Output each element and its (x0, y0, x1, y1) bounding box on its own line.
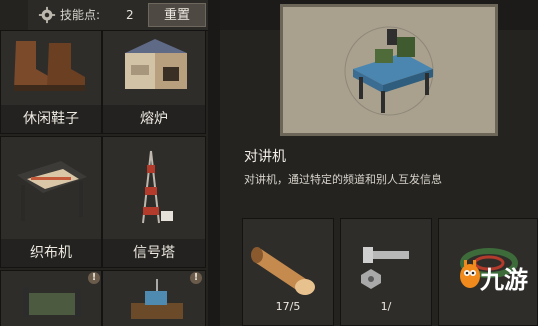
reset-button[interactable]: 重置 (148, 3, 206, 27)
craft-item-loom[interactable]: 织布机 (0, 136, 102, 268)
furnace-icon (125, 39, 187, 89)
craft-item-boots[interactable]: 休闲鞋子 (0, 30, 102, 134)
craft-item-bed[interactable] (0, 270, 102, 326)
material-count: 1/ (380, 300, 392, 313)
signal-tower-icon (142, 150, 173, 224)
craft-item-label: 熔炉 (103, 105, 205, 133)
item-preview (280, 4, 498, 136)
skill-points-label: 技能点: (60, 8, 101, 22)
craft-item-signal-tower[interactable]: 信号塔 (102, 136, 206, 268)
boots-icon (14, 41, 85, 91)
craft-item-label: 织布机 (1, 239, 101, 267)
craft-item-label: 休闲鞋子 (1, 105, 101, 133)
material-count: 17/5 (275, 300, 301, 313)
wood-log-icon (251, 247, 315, 295)
watermark-text: 九游 (480, 266, 528, 294)
craft-item-label: 信号塔 (103, 239, 205, 267)
warning-badge: ! (190, 272, 202, 284)
warning-badge: ! (88, 272, 100, 284)
gear-icon (38, 6, 56, 24)
bolt-nut-icon (361, 247, 409, 289)
loom-icon (17, 161, 87, 221)
material-slot-wood[interactable]: 17/5 (242, 218, 334, 326)
panel-divider (208, 0, 220, 326)
walkie-talkie-table-icon (344, 26, 434, 116)
skill-points-value: 2 (126, 8, 134, 22)
game-crafting-screen: 技能点: 2 重置 休闲鞋子 熔炉 织布机 信号塔 ! ! 对讲机 对讲机，通过… (0, 0, 538, 326)
item-description: 对讲机，通过特定的频道和别人互发信息 (244, 173, 442, 186)
craft-item-furnace[interactable]: 熔炉 (102, 30, 206, 134)
material-slot-bolt[interactable]: 1/ (340, 218, 432, 326)
item-title: 对讲机 (244, 149, 286, 165)
